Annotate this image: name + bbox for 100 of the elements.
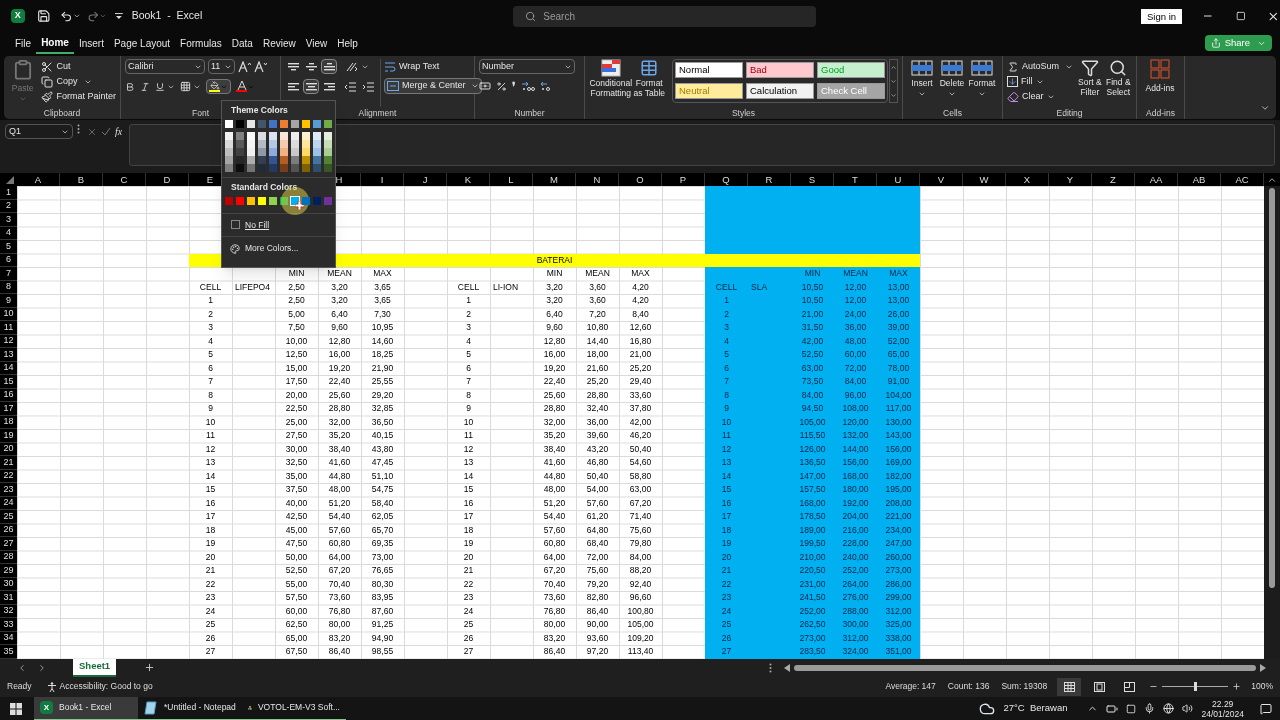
row-number[interactable]: 15: [0, 375, 17, 389]
sort-filter-button[interactable]: Sort & Filter: [1077, 59, 1103, 103]
copy-button[interactable]: Copy: [41, 74, 116, 89]
column-header[interactable]: O: [636, 173, 644, 186]
column-header[interactable]: N: [593, 173, 601, 186]
format-as-table-button[interactable]: Format as Table: [632, 59, 666, 103]
conditional-formatting-button[interactable]: Conditional Formatting: [589, 59, 633, 103]
column-header[interactable]: B: [77, 173, 85, 186]
color-swatch[interactable]: [225, 196, 233, 205]
column-header[interactable]: P: [679, 173, 687, 186]
color-swatch[interactable]: [247, 139, 255, 148]
color-swatch[interactable]: [269, 163, 277, 172]
color-swatch[interactable]: [302, 163, 310, 172]
increase-decimal-icon[interactable]: [521, 80, 535, 92]
color-swatch[interactable]: [313, 139, 321, 148]
taskbar-app[interactable]: *Untitled - Notepad: [138, 696, 242, 720]
cancel-icon[interactable]: [87, 126, 97, 137]
underline-icon[interactable]: [155, 81, 165, 92]
color-swatch[interactable]: [258, 131, 266, 140]
windows-start-icon[interactable]: [10, 702, 22, 715]
menu-tab[interactable]: Data: [226, 32, 258, 54]
column-header[interactable]: S: [808, 173, 816, 186]
banknote-icon[interactable]: [479, 80, 491, 92]
increase-font-icon[interactable]: [238, 60, 251, 73]
font-name-field[interactable]: Calibri: [125, 59, 205, 74]
row-number[interactable]: 17: [0, 402, 17, 416]
color-swatch[interactable]: [225, 147, 233, 156]
color-swatch[interactable]: [225, 119, 233, 128]
redo-icon[interactable]: [86, 9, 100, 23]
next-sheet-icon[interactable]: [37, 662, 47, 673]
row-number[interactable]: 31: [0, 591, 17, 605]
orientation-icon[interactable]: [345, 60, 359, 73]
column-header[interactable]: Y: [1066, 173, 1074, 186]
color-swatch[interactable]: [324, 155, 332, 164]
notifications-icon[interactable]: [1260, 702, 1272, 715]
row-number[interactable]: 7: [0, 267, 17, 281]
color-swatch[interactable]: [280, 155, 288, 164]
column-header[interactable]: E: [206, 173, 214, 186]
color-swatch[interactable]: [269, 155, 277, 164]
row-number[interactable]: 3: [0, 213, 17, 227]
check-icon[interactable]: [101, 126, 111, 137]
column-header[interactable]: AB: [1192, 173, 1206, 186]
increase-indent-icon[interactable]: [362, 81, 374, 92]
zoom-level[interactable]: 100%: [1251, 680, 1273, 693]
font-color-button[interactable]: [236, 81, 255, 92]
vertical-scrollbar[interactable]: [1264, 186, 1280, 659]
color-swatch[interactable]: [236, 155, 244, 164]
column-header[interactable]: T: [852, 173, 858, 186]
more-colors-item[interactable]: More Colors...: [222, 242, 307, 255]
color-swatch[interactable]: [236, 196, 244, 205]
color-swatch[interactable]: [269, 196, 277, 205]
accessibility-status[interactable]: Accessibility: Good to go: [59, 680, 153, 693]
fill-color-button[interactable]: [206, 79, 231, 94]
color-swatch[interactable]: [247, 155, 255, 164]
decrease-indent-icon[interactable]: [344, 81, 356, 92]
row-number[interactable]: 13: [0, 348, 17, 362]
decrease-font-icon[interactable]: [254, 60, 267, 73]
color-swatch[interactable]: [258, 196, 266, 205]
merge-center-button[interactable]: Merge & Center: [384, 78, 482, 94]
row-number[interactable]: 25: [0, 510, 17, 524]
color-swatch[interactable]: [269, 139, 277, 148]
column-header[interactable]: K: [464, 173, 472, 186]
color-swatch[interactable]: [313, 119, 321, 128]
taskbar-app[interactable]: X Book1 - Excel: [34, 696, 138, 720]
caret-icon[interactable]: [72, 12, 81, 20]
menu-tab[interactable]: Insert: [73, 32, 109, 54]
row-number[interactable]: 19: [0, 429, 17, 443]
color-swatch[interactable]: [225, 131, 233, 140]
cell-style-item[interactable]: Normal: [675, 62, 743, 78]
column-header[interactable]: D: [163, 173, 171, 186]
cells-button[interactable]: Insert: [907, 59, 937, 103]
microphone-icon[interactable]: [1144, 703, 1156, 714]
scroll-up-icon[interactable]: [1267, 175, 1277, 185]
color-swatch[interactable]: [236, 119, 244, 128]
column-header[interactable]: I: [380, 173, 384, 186]
accessibility-icon[interactable]: [46, 681, 57, 692]
menu-tab[interactable]: Formulas: [175, 32, 227, 54]
autosum-button[interactable]: AutoSum: [1007, 59, 1074, 74]
color-swatch[interactable]: [302, 147, 310, 156]
color-swatch[interactable]: [324, 147, 332, 156]
formula-input[interactable]: [129, 124, 1275, 166]
format-painter-button[interactable]: Format Painter: [41, 89, 116, 104]
column-header[interactable]: U: [894, 173, 902, 186]
row-number[interactable]: 21: [0, 456, 17, 470]
column-header[interactable]: AC: [1235, 173, 1249, 186]
column-header[interactable]: J: [422, 173, 428, 186]
color-swatch[interactable]: [269, 131, 277, 140]
cells-button[interactable]: Delete: [937, 59, 967, 103]
clock-time[interactable]: 22.29: [1212, 698, 1234, 709]
column-header[interactable]: C: [120, 173, 128, 186]
row-number[interactable]: 1: [0, 186, 17, 200]
view-button[interactable]: [1057, 677, 1082, 696]
color-swatch[interactable]: [280, 147, 288, 156]
column-header[interactable]: X: [1023, 173, 1031, 186]
fill-button[interactable]: Fill: [1007, 74, 1074, 89]
volume-icon[interactable]: [1182, 703, 1194, 714]
color-swatch[interactable]: [247, 196, 255, 205]
row-number[interactable]: 23: [0, 483, 17, 497]
color-swatch[interactable]: [291, 119, 299, 128]
cell-style-item[interactable]: Bad: [746, 62, 814, 78]
